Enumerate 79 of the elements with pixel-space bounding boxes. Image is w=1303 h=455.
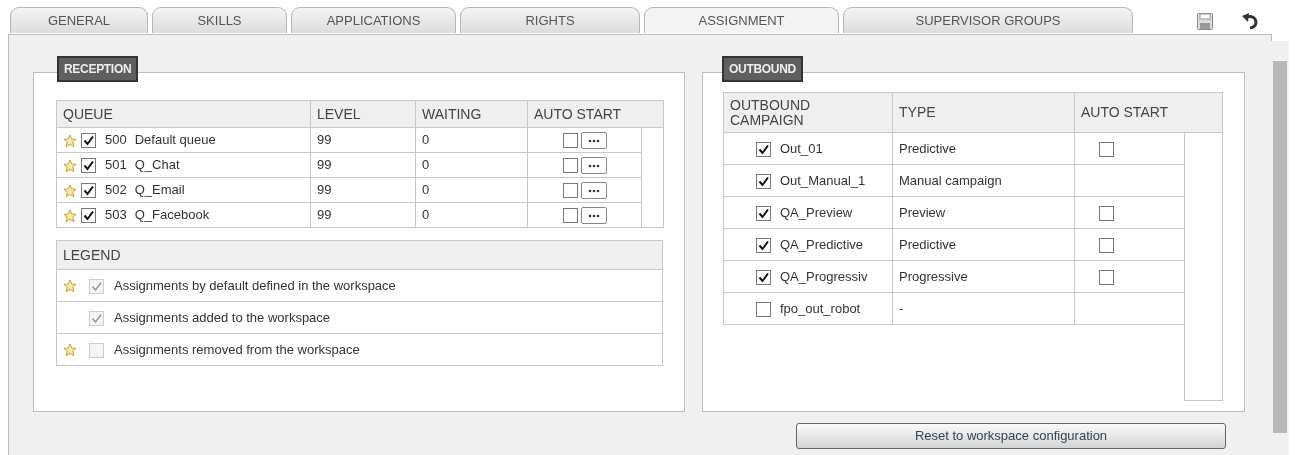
queue-name: Q_Chat (134, 157, 180, 173)
checkbox[interactable] (81, 183, 96, 199)
campaign-name: QA_Preview (780, 204, 853, 220)
checkbox[interactable] (1099, 237, 1114, 253)
save-icon[interactable] (1197, 10, 1213, 31)
checkbox[interactable] (562, 208, 578, 224)
column-header: QUEUE (56, 100, 311, 128)
table-cell: 99 (310, 177, 416, 203)
table-cell: Preview (892, 196, 1075, 229)
checkbox[interactable] (1099, 141, 1114, 157)
tab[interactable]: SUPERVISOR GROUPS (843, 7, 1133, 33)
table-cell: 0 (415, 152, 528, 178)
checkbox[interactable] (81, 158, 96, 174)
ellipsis-icon (587, 213, 600, 218)
checkbox[interactable] (756, 301, 771, 317)
campaign-name: QA_Predictive (780, 236, 864, 252)
group-label: RECEPTION (57, 56, 139, 82)
queue-number: 503 (105, 207, 127, 223)
tab[interactable]: RIGHTS (460, 7, 640, 33)
scrollbar[interactable] (1271, 41, 1289, 455)
table-cell: - (892, 292, 1075, 325)
tab[interactable]: GENERAL (10, 7, 148, 33)
checkbox[interactable] (1099, 269, 1114, 285)
checkbox[interactable] (562, 183, 578, 199)
tab[interactable]: SKILLS (152, 7, 287, 33)
checkbox[interactable] (562, 133, 578, 149)
tab[interactable]: APPLICATIONS (291, 7, 456, 33)
ellipsis-icon (587, 163, 600, 168)
reset-button[interactable]: Reset to workspace configuration (796, 423, 1226, 449)
checkbox[interactable] (81, 208, 96, 224)
ellipsis-icon (587, 138, 600, 143)
column-header: TYPE (892, 92, 1075, 133)
ellipsis-icon (587, 188, 600, 193)
checkbox[interactable] (756, 141, 771, 157)
scrollbar[interactable] (641, 127, 664, 228)
scrollbar[interactable] (1184, 132, 1223, 401)
queue-number: 501 (105, 157, 127, 173)
table-cell: Manual campaign (892, 164, 1075, 197)
more-button[interactable] (580, 182, 607, 200)
column-header: LEVEL (310, 100, 416, 128)
checkbox[interactable] (81, 133, 96, 149)
table-cell: 0 (415, 202, 528, 228)
campaign-name: Out_Manual_1 (780, 172, 866, 188)
legend-text: Assignments added to the workspace (114, 309, 331, 325)
table-cell: Predictive (892, 132, 1075, 165)
table-cell: 99 (310, 202, 416, 228)
undo-icon[interactable] (1241, 10, 1259, 31)
table-cell: Predictive (892, 228, 1075, 261)
more-button[interactable] (580, 132, 607, 150)
column-header: LEGEND (56, 240, 663, 270)
column-header: AUTO START (1074, 92, 1223, 133)
table-cell: 0 (415, 177, 528, 203)
table-cell: 0 (415, 127, 528, 153)
more-button[interactable] (580, 207, 607, 225)
group-label: OUTBOUND (722, 56, 803, 82)
table-cell: 99 (310, 152, 416, 178)
campaign-name: Out_01 (780, 140, 823, 156)
checkbox[interactable] (562, 158, 578, 174)
queue-name: Q_Email (134, 182, 185, 198)
table-cell: 99 (310, 127, 416, 153)
more-button[interactable] (580, 157, 607, 175)
checkbox[interactable] (756, 237, 771, 253)
checkbox[interactable] (756, 205, 771, 221)
queue-number: 502 (105, 182, 127, 198)
table-cell: Progressive (892, 260, 1075, 293)
checkbox[interactable] (1099, 205, 1114, 221)
column-header: AUTO START (527, 100, 664, 128)
campaign-name: QA_Progressiv (780, 268, 868, 284)
queue-name: Q_Facebook (134, 207, 210, 223)
column-header: OUTBOUND CAMPAIGN (723, 92, 893, 133)
queue-name: Default queue (134, 132, 216, 148)
legend-text: Assignments removed from the workspace (114, 341, 360, 357)
legend-text: Assignments by default defined in the workspace (114, 277, 396, 293)
campaign-name: fpo_out_robot (780, 300, 861, 316)
checkbox[interactable] (756, 173, 771, 189)
checkbox[interactable] (756, 269, 771, 285)
queue-number: 500 (105, 132, 127, 148)
column-header: WAITING (415, 100, 528, 128)
tab[interactable]: ASSIGNMENT (644, 7, 839, 33)
